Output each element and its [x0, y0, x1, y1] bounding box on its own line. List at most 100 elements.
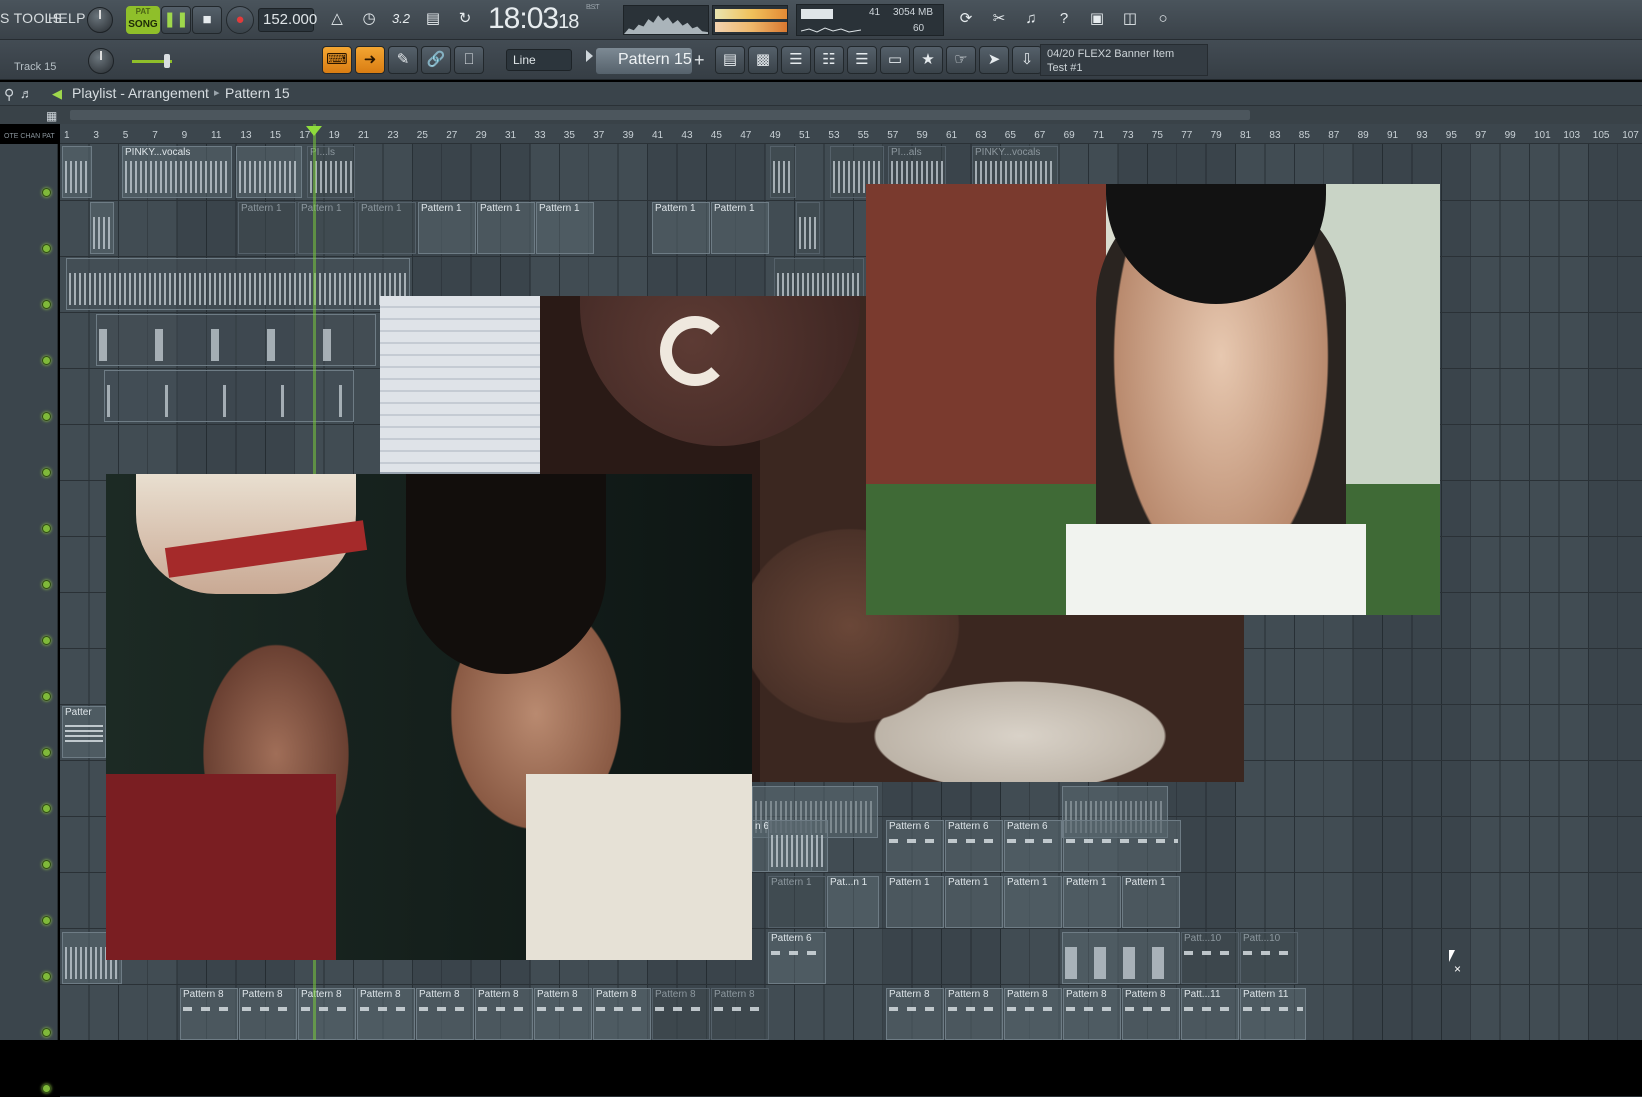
audio-clip[interactable]	[1062, 932, 1180, 984]
paint-icon[interactable]: ✎	[388, 46, 418, 74]
pattern-clip[interactable]: Pattern 8	[298, 988, 356, 1040]
track-mute-led[interactable]	[42, 412, 51, 421]
help-icon[interactable]: ?	[1049, 6, 1079, 34]
track-mute-led[interactable]	[42, 804, 51, 813]
snap-selector[interactable]: Line	[506, 49, 572, 71]
loop-record-icon[interactable]: ↻	[450, 6, 480, 34]
step-edit-icon[interactable]: ▤	[418, 6, 448, 34]
audio-clip[interactable]	[62, 146, 92, 198]
pattern-clip-muted[interactable]: Pattern 8	[652, 988, 710, 1040]
pattern-clip[interactable]: Patt...11	[1181, 988, 1239, 1040]
track-mute-led[interactable]	[42, 356, 51, 365]
pattern-clip[interactable]: Pattern 6	[1004, 820, 1062, 872]
master-volume-knob[interactable]	[87, 7, 113, 33]
track-mute-led[interactable]	[42, 860, 51, 869]
pattern-clip[interactable]: Pattern 6	[945, 820, 1003, 872]
browser-icon[interactable]: ☰	[847, 46, 877, 74]
mixer-icon[interactable]: ◫	[1115, 6, 1145, 34]
chat-icon[interactable]: ○	[1148, 6, 1178, 34]
audio-clip[interactable]	[66, 258, 410, 310]
stamp-icon[interactable]: ⎕	[454, 46, 484, 74]
pattern-clip[interactable]: Pattern 1	[418, 202, 476, 254]
pattern-clip-muted[interactable]: Pattern 1	[298, 202, 356, 254]
piano-roll-icon[interactable]: ▩	[748, 46, 778, 74]
audio-clip-muted[interactable]	[770, 146, 796, 198]
track-mute-led[interactable]	[42, 1028, 51, 1037]
track-mute-led[interactable]	[42, 972, 51, 981]
download-icon[interactable]: ⇩	[1012, 46, 1042, 74]
pattern-clip[interactable]: Pattern 8	[593, 988, 651, 1040]
pause-icon[interactable]: ❚❚	[161, 6, 191, 34]
audio-clip[interactable]	[236, 146, 302, 198]
microphone-icon[interactable]: ♫	[1016, 6, 1046, 34]
pattern-clip[interactable]: Pattern 8	[239, 988, 297, 1040]
song-mode-button[interactable]: PAT SONG	[126, 6, 160, 34]
audio-clip[interactable]	[90, 202, 114, 254]
overview-scrollbar[interactable]	[0, 106, 1642, 124]
track-mute-led[interactable]	[42, 916, 51, 925]
track-mute-led[interactable]	[42, 636, 51, 645]
song-position-clock[interactable]: 18:0318 B:S:T	[488, 2, 608, 38]
pattern-prev-icon[interactable]	[586, 50, 593, 62]
add-pattern-icon[interactable]: +	[694, 50, 705, 71]
mixer-view-icon[interactable]: ☷	[814, 46, 844, 74]
save-icon[interactable]: ▣	[1082, 6, 1112, 34]
record-icon[interactable]: ●	[226, 6, 254, 34]
touch-icon[interactable]: ☞	[946, 46, 976, 74]
pattern-clip[interactable]: Pattern 8	[475, 988, 533, 1040]
audio-clip[interactable]	[768, 820, 828, 872]
stop-icon[interactable]: ■	[192, 6, 222, 34]
pattern-clip-muted[interactable]: Pattern 1	[238, 202, 296, 254]
pattern-clip[interactable]: Pattern 8	[1122, 988, 1180, 1040]
time-ruler[interactable]	[60, 124, 1642, 144]
channel-rack-icon[interactable]: ☰	[781, 46, 811, 74]
pattern-clip-muted[interactable]: Pattern 8	[711, 988, 769, 1040]
pattern-clip-muted[interactable]: Patt...10	[1240, 932, 1298, 984]
keyboard-icon[interactable]: ⌨	[322, 46, 352, 74]
track-mute-led[interactable]	[42, 580, 51, 589]
track-mute-led[interactable]	[42, 244, 51, 253]
hint-panel[interactable]: 04/20 FLEX2 Banner Item Test #1	[1040, 44, 1208, 76]
piano-icon[interactable]: ▦	[46, 109, 57, 123]
pattern-clip[interactable]: Pattern 8	[357, 988, 415, 1040]
pitch-slider-handle[interactable]	[164, 54, 170, 68]
refresh-icon[interactable]: ⟳	[951, 6, 981, 34]
pattern-clip[interactable]: Pattern 1	[1004, 876, 1062, 928]
pattern-clip-muted[interactable]: Patt...10	[1181, 932, 1239, 984]
track-mute-led[interactable]	[42, 692, 51, 701]
pattern-clip[interactable]: Pattern 8	[886, 988, 944, 1040]
playhead-marker-icon[interactable]	[306, 126, 322, 136]
playlist-speaker-icon[interactable]: ◀	[52, 86, 62, 102]
pattern-clip[interactable]: Pattern 1	[477, 202, 535, 254]
metronome-icon[interactable]: △	[322, 6, 352, 34]
pattern-clip[interactable]: Pattern 11	[1240, 988, 1306, 1040]
pattern-clip[interactable]: Pattern 1	[652, 202, 710, 254]
pattern-clip[interactable]	[1063, 820, 1181, 872]
pattern-clip[interactable]: Pattern 1	[945, 876, 1003, 928]
tempo-display[interactable]: 152.000	[258, 8, 317, 32]
audio-clip[interactable]: PINKY...vocals	[122, 146, 232, 198]
zoom-icon[interactable]: ⚲	[4, 86, 14, 103]
link-icon[interactable]: 🔗	[421, 46, 451, 74]
track-mute-led[interactable]	[42, 300, 51, 309]
pattern-clip[interactable]: Pattern 8	[1063, 988, 1121, 1040]
track-mute-led[interactable]	[42, 524, 51, 533]
pattern-clip-muted[interactable]: Pattern 1	[358, 202, 416, 254]
track-mute-led[interactable]	[42, 1084, 51, 1093]
pattern-clip[interactable]: Pattern 1	[536, 202, 594, 254]
export-icon[interactable]: ➤	[979, 46, 1009, 74]
wait-for-input-icon[interactable]: ◷	[354, 6, 384, 34]
pattern-clip[interactable]: Pattern 1	[711, 202, 769, 254]
speaker-icon[interactable]: ♬	[20, 86, 33, 101]
pattern-clip[interactable]: Patter	[62, 706, 106, 758]
pattern-clip-muted[interactable]: Pattern 1	[768, 876, 826, 928]
cut-icon[interactable]: ✂	[984, 6, 1014, 34]
breadcrumb-pattern[interactable]: Pattern 15	[225, 85, 290, 101]
pattern-clip[interactable]: Pattern 8	[945, 988, 1003, 1040]
pan-knob[interactable]	[88, 48, 114, 74]
track-mute-led[interactable]	[42, 468, 51, 477]
pattern-clip[interactable]: Pat...n 1	[827, 876, 879, 928]
pattern-clip[interactable]: Pattern 8	[416, 988, 474, 1040]
playlist-icon[interactable]: ▤	[715, 46, 745, 74]
pattern-clip[interactable]: Pattern 8	[1004, 988, 1062, 1040]
